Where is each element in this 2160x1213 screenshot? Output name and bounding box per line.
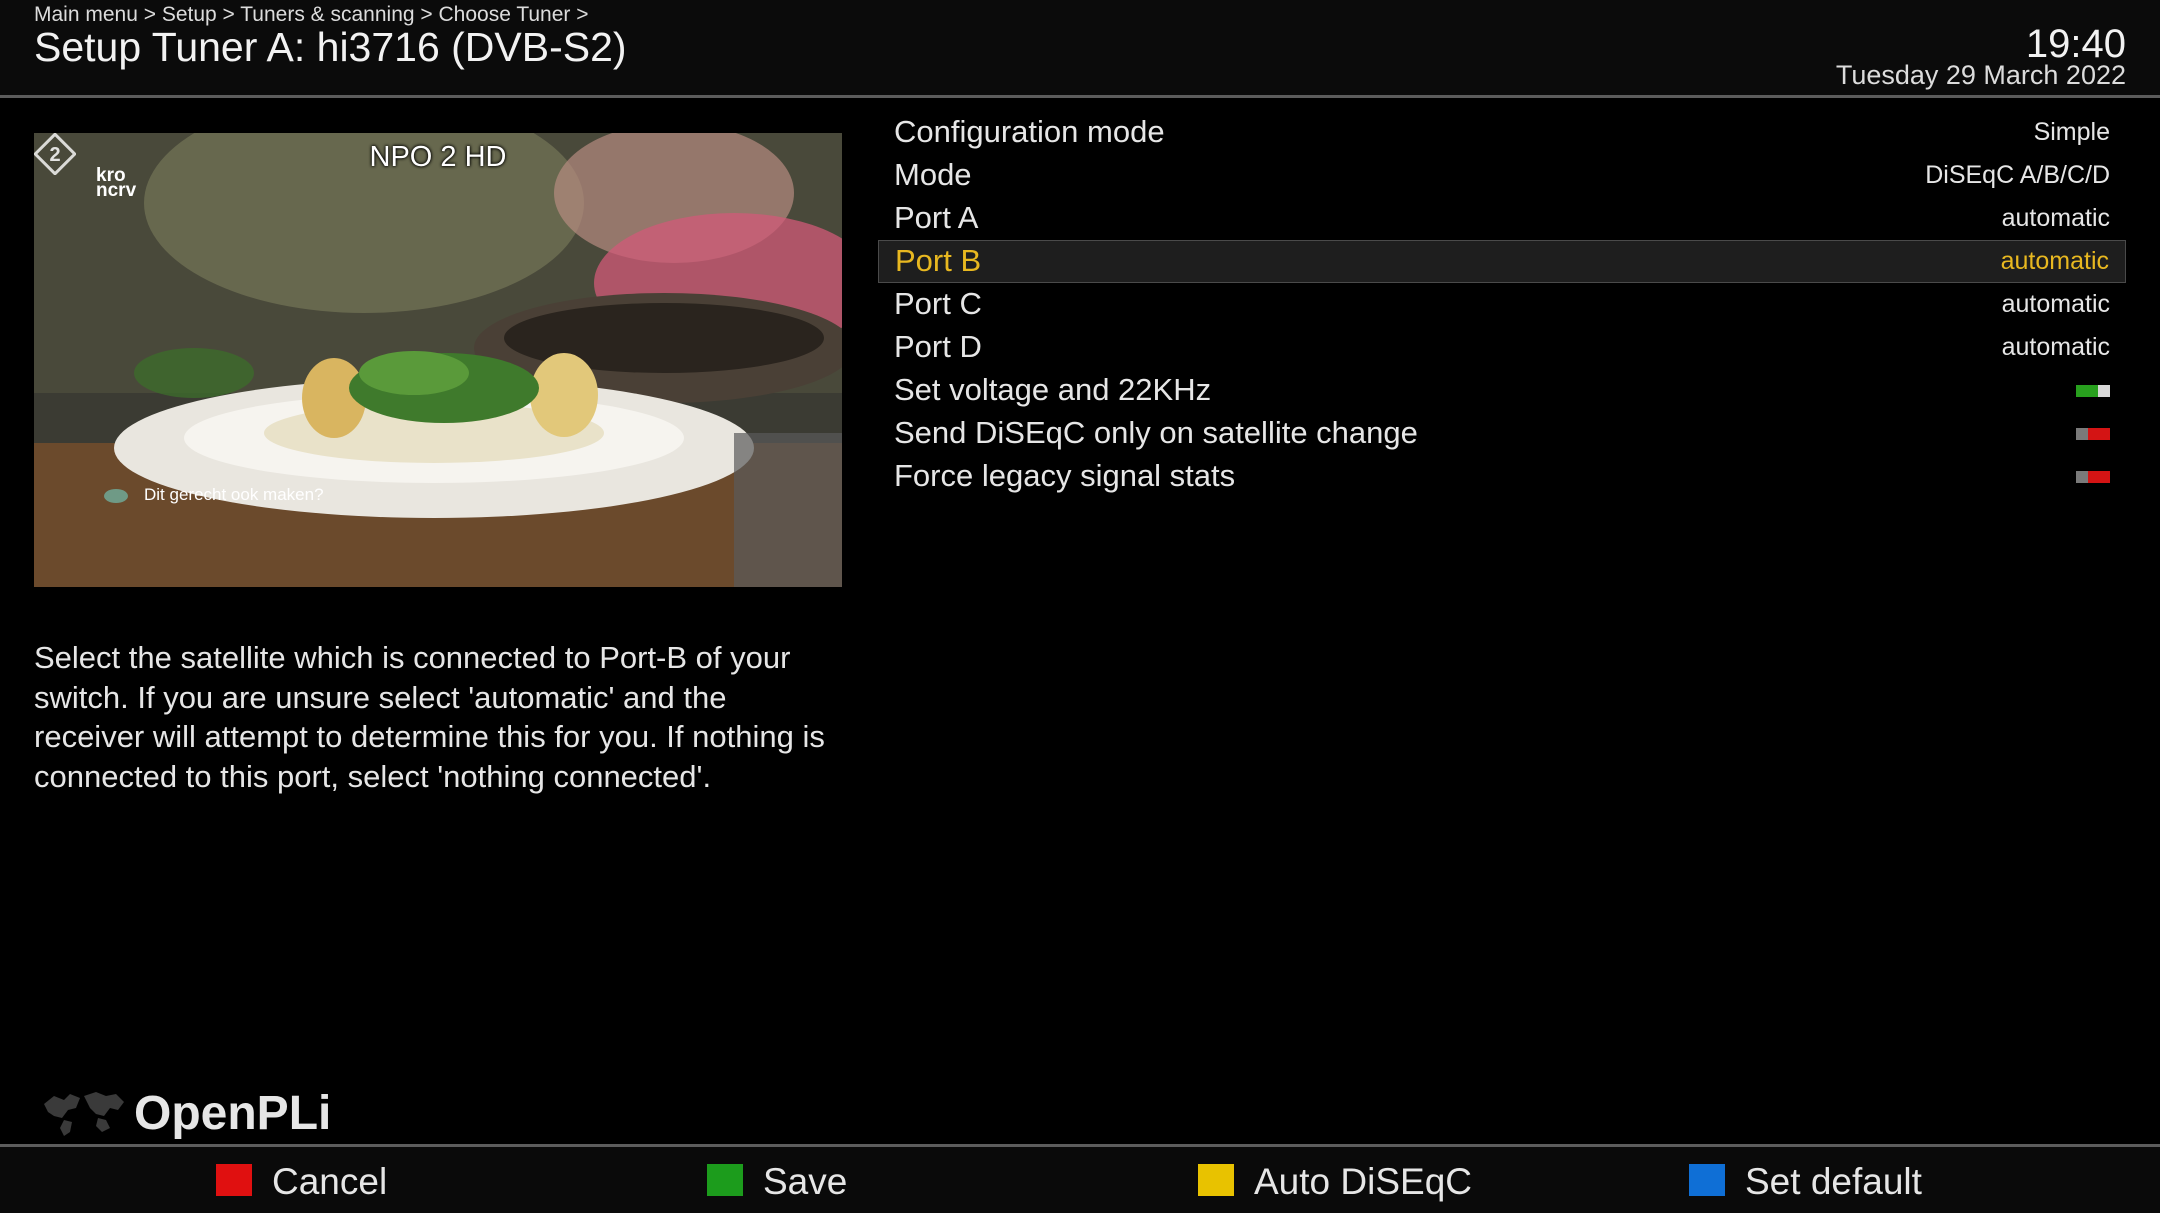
save-label: Save	[763, 1161, 848, 1202]
row-label: Send DiSEqC only on satellite change	[894, 415, 1418, 450]
config-row-force-legacy-stats[interactable]: Force legacy signal stats	[878, 455, 2126, 498]
row-value: Simple	[2033, 118, 2110, 146]
yellow-key-icon	[1198, 1164, 1234, 1196]
row-label: Mode	[894, 157, 972, 192]
config-row-port-c[interactable]: Port C automatic	[878, 283, 2126, 326]
row-label: Port A	[894, 200, 979, 235]
row-value: automatic	[2000, 247, 2109, 275]
row-label: Set voltage and 22KHz	[894, 372, 1212, 407]
config-list: Configuration mode Simple Mode DiSEqC A/…	[878, 111, 2126, 498]
config-row-set-voltage[interactable]: Set voltage and 22KHz	[878, 369, 2126, 412]
config-row-send-diseqc-only[interactable]: Send DiSEqC only on satellite change	[878, 412, 2126, 455]
auto-diseqc-label: Auto DiSEqC	[1254, 1161, 1472, 1202]
config-row-port-b[interactable]: Port B automatic	[878, 240, 2126, 283]
video-preview: NPO 2 HD kro ncrv 2 Dit gerecht ook maken…	[34, 133, 842, 587]
config-row-mode[interactable]: Mode DiSEqC A/B/C/D	[878, 154, 2126, 197]
config-row-port-a[interactable]: Port A automatic	[878, 197, 2126, 240]
video-frame-image	[34, 133, 842, 587]
row-label: Port C	[894, 286, 982, 321]
date: Tuesday 29 March 2022	[1835, 60, 2126, 90]
overlay-hint-text: Dit gerecht ook maken?	[144, 485, 324, 504]
world-map-icon	[44, 1092, 124, 1136]
row-value: automatic	[2001, 204, 2110, 232]
config-row-port-d[interactable]: Port D automatic	[878, 326, 2126, 369]
svg-text:2: 2	[49, 144, 60, 166]
green-key-icon	[707, 1164, 743, 1196]
config-row-configuration-mode[interactable]: Configuration mode Simple	[878, 111, 2126, 154]
red-key-icon	[216, 1164, 252, 1196]
toggle-switch-on[interactable]	[2076, 385, 2110, 397]
brand-name: OpenPLi	[134, 1087, 332, 1140]
cancel-label: Cancel	[272, 1161, 388, 1202]
header-divider	[0, 95, 2160, 98]
blue-key-icon	[1689, 1164, 1725, 1196]
row-label: Port B	[895, 243, 982, 278]
channel-name: NPO 2 HD	[369, 141, 507, 173]
page-title: Setup Tuner A: hi3716 (DVB-S2)	[34, 24, 627, 70]
help-description: Select the satellite which is connected …	[34, 640, 825, 794]
overlay-hint-icon	[104, 489, 128, 503]
row-label: Configuration mode	[894, 114, 1165, 149]
row-label: Force legacy signal stats	[894, 458, 1236, 493]
toggle-switch-off[interactable]	[2076, 428, 2110, 440]
row-value: DiSEqC A/B/C/D	[1925, 161, 2110, 189]
channel-logo-icon: 2	[34, 133, 76, 175]
row-label: Port D	[894, 329, 982, 364]
row-value: automatic	[2001, 290, 2110, 318]
broadcaster-logo: kro ncrv	[96, 165, 137, 201]
toggle-switch-off[interactable]	[2076, 471, 2110, 483]
set-default-label: Set default	[1745, 1161, 1922, 1202]
footer-bar: Cancel Save Auto DiSEqC Set default	[0, 1147, 2160, 1213]
header-bar: Main menu > Setup > Tuners & scanning > …	[0, 0, 2160, 95]
row-value: automatic	[2001, 333, 2110, 361]
